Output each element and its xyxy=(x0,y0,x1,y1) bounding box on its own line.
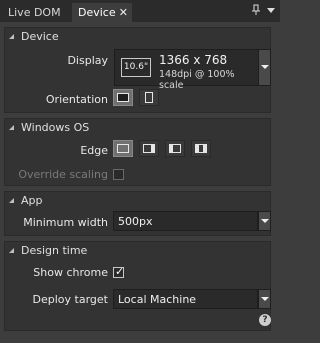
device-section-title: Device xyxy=(21,30,59,43)
deploy-target-value: Local Machine xyxy=(118,293,197,306)
tab-device[interactable]: Device ✕ xyxy=(72,3,132,22)
display-size-badge: 10.6" xyxy=(121,58,151,77)
edge-right-button[interactable] xyxy=(139,140,159,157)
edge-label: Edge xyxy=(80,144,108,157)
landscape-icon xyxy=(117,93,129,102)
edge-both-button[interactable] xyxy=(191,140,211,157)
chevron-down-icon xyxy=(261,297,269,301)
panel-menu-icon[interactable] xyxy=(266,4,276,16)
app-section-header[interactable]: App xyxy=(5,192,270,210)
display-dpi: 148dpi @ 100% scale xyxy=(159,69,235,91)
deploy-target-select[interactable]: Local Machine xyxy=(113,289,258,309)
edge-both-icon xyxy=(195,144,207,153)
orientation-portrait-button[interactable] xyxy=(139,89,159,106)
check-icon: ✓ xyxy=(115,265,125,278)
edge-left-icon xyxy=(169,144,181,153)
edge-left-button[interactable] xyxy=(165,140,185,157)
minimum-width-select[interactable]: 500px xyxy=(113,211,258,231)
device-section-header[interactable]: Device xyxy=(5,28,270,46)
override-scaling-checkbox[interactable] xyxy=(113,169,124,180)
tab-bar: Live DOM Device ✕ xyxy=(0,0,280,22)
pin-icon[interactable] xyxy=(251,4,261,16)
tab-device-label: Device xyxy=(78,6,116,19)
tab-live-dom[interactable]: Live DOM xyxy=(2,3,72,22)
portrait-icon xyxy=(145,92,153,103)
collapse-triangle-icon xyxy=(9,198,14,203)
minimum-width-dropdown-button[interactable] xyxy=(258,211,271,231)
minimum-width-label: Minimum width xyxy=(23,216,108,229)
design-time-section-title: Design time xyxy=(21,244,88,257)
app-section-title: App xyxy=(21,194,43,207)
edge-none-icon xyxy=(117,144,129,153)
orientation-label: Orientation xyxy=(45,93,108,106)
chevron-down-icon xyxy=(261,65,269,69)
show-chrome-checkbox[interactable]: ✓ xyxy=(113,265,125,278)
windows-os-section-title: Windows OS xyxy=(21,121,90,134)
deploy-target-label: Deploy target xyxy=(32,293,108,306)
design-time-section: Design time xyxy=(4,241,271,331)
help-icon[interactable]: ? xyxy=(259,314,271,326)
collapse-triangle-icon xyxy=(9,248,14,253)
collapse-triangle-icon xyxy=(9,125,14,130)
deploy-target-dropdown-button[interactable] xyxy=(258,289,271,309)
windows-os-section-header[interactable]: Windows OS xyxy=(5,119,270,137)
orientation-landscape-button[interactable] xyxy=(113,89,133,106)
minimum-width-value: 500px xyxy=(118,215,153,228)
display-dropdown-button[interactable] xyxy=(258,49,271,86)
edge-none-button[interactable] xyxy=(113,140,133,157)
show-chrome-label: Show chrome xyxy=(33,266,108,279)
display-label: Display xyxy=(67,54,108,67)
display-selector[interactable]: 10.6" 1366 x 768 148dpi @ 100% scale xyxy=(114,49,260,91)
chevron-down-icon xyxy=(261,219,269,223)
display-resolution: 1366 x 768 xyxy=(159,53,228,67)
edge-right-icon xyxy=(143,144,155,153)
collapse-triangle-icon xyxy=(9,34,14,39)
tab-live-dom-label: Live DOM xyxy=(8,6,61,19)
close-icon[interactable]: ✕ xyxy=(119,3,128,22)
override-scaling-label: Override scaling xyxy=(18,168,108,181)
design-time-section-header[interactable]: Design time xyxy=(5,242,270,260)
